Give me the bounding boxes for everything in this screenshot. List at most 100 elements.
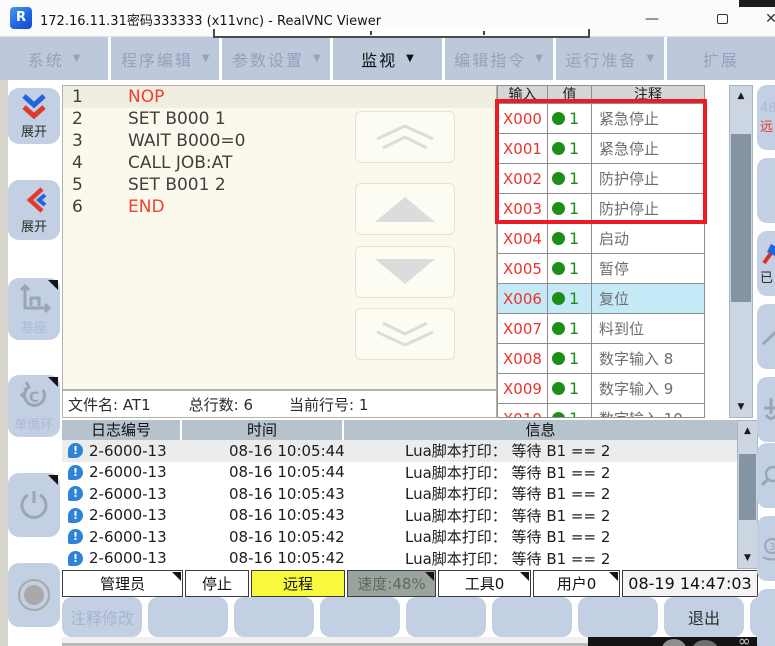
tab-参数设置[interactable]: 参数设置▼ (222, 37, 333, 80)
io-row-X010[interactable]: X0101数字输入 10 (498, 404, 704, 418)
tab-label: 参数设置 (232, 47, 304, 71)
nav-triangle-up-button[interactable] (355, 183, 455, 235)
sidebar-button-record-icon[interactable] (8, 563, 60, 627)
sidebar-button-基座[interactable]: 基座 (8, 278, 60, 340)
log-time: 08-16 10:05:42 (229, 549, 405, 567)
status-segment-label: 用户0 (557, 573, 597, 594)
vnc-toolbar-handle[interactable] (213, 29, 590, 38)
bottom-button-注释修改[interactable]: 注释修改 (62, 597, 142, 637)
io-scrollbar-thumb[interactable] (731, 134, 751, 302)
right-toolbar-button-5[interactable] (757, 443, 775, 508)
io-row-X006[interactable]: X0061复位 (498, 284, 704, 314)
scroll-up-icon[interactable]: ▲ (730, 86, 752, 106)
io-row-X008[interactable]: X0081数字输入 8 (498, 344, 704, 374)
status-segment-管理员[interactable]: 管理员 (62, 570, 183, 597)
tab-扩展[interactable]: 扩展 (667, 37, 775, 80)
sidebar-button-单循环[interactable]: C单循环 (8, 375, 60, 437)
sidebar-button-展开[interactable]: 展开 (8, 88, 60, 144)
nav-triangle-down-button[interactable] (355, 246, 455, 298)
io-row-X002[interactable]: X0021防护停止 (498, 164, 704, 194)
log-header-id: 日志编号 (62, 420, 180, 440)
io-input-name: X005 (498, 254, 548, 283)
right-toolbar-button-6[interactable]: 3 (757, 516, 775, 581)
io-comment: 防护停止 (592, 194, 704, 223)
bottom-button-blank-1[interactable] (148, 597, 228, 637)
io-value-cell: 1 (548, 314, 592, 343)
status-segment-远程[interactable]: 远程 (251, 570, 345, 597)
minimize-button[interactable]: — (632, 6, 672, 32)
bottom-button-blank-5[interactable] (492, 597, 572, 637)
nav-double-chevron-up-button[interactable] (355, 111, 455, 163)
axes-icon (16, 283, 52, 315)
tab-程序编辑[interactable]: 程序编辑▼ (111, 37, 222, 80)
green-dot-icon (552, 322, 565, 335)
log-scrollbar[interactable]: ▲ ▼ (737, 420, 758, 569)
log-scrollbar-thumb[interactable] (739, 454, 756, 520)
status-segment-用户0[interactable]: 用户0 (533, 570, 620, 597)
tab-监视[interactable]: 监视▼ (333, 37, 444, 80)
status-segment-工具0[interactable]: 工具0 (438, 570, 531, 597)
log-row[interactable]: !2-6000-1308-16 10:05:42Lua脚本打印： 等待 B1 =… (62, 526, 737, 548)
tab-运行准备[interactable]: 运行准备▼ (556, 37, 667, 80)
bottom-button-blank-3[interactable] (320, 597, 400, 637)
corner-notch-icon (609, 572, 618, 581)
right-toolbar-button-0[interactable]: 48远 (757, 85, 775, 150)
program-panel: 1NOP2SET B000 13WAIT B000=04CALL JOB:AT5… (62, 85, 497, 390)
bottom-button-blank-4[interactable] (406, 597, 486, 637)
double-chevron-down-icon (369, 318, 441, 350)
close-button[interactable]: ✕ (760, 6, 775, 32)
tab-label: 扩展 (703, 47, 739, 71)
tab-系统[interactable]: 系统▼ (0, 37, 111, 80)
io-comment: 料到位 (592, 314, 704, 343)
io-row-X003[interactable]: X0031防护停止 (498, 194, 704, 224)
log-code: 2-6000-13 (89, 485, 229, 503)
bottom-button-退出[interactable]: 退出 (664, 597, 744, 637)
right-toolbar-button-7[interactable] (757, 589, 775, 646)
program-line[interactable]: 1NOP (63, 86, 496, 108)
instruction-text: SET B001 2 (128, 175, 226, 195)
io-comment: 数字输入 9 (592, 374, 704, 403)
io-input-name: X006 (498, 284, 548, 313)
right-toolbar-button-1[interactable] (757, 158, 775, 223)
io-value: 1 (569, 109, 579, 128)
status-segment-速度:48%[interactable]: 速度:48% (347, 570, 436, 597)
io-row-X009[interactable]: X0091数字输入 9 (498, 374, 704, 404)
bottom-button-row: 注释修改 退出 (62, 597, 775, 637)
bottom-button-blank-2[interactable] (234, 597, 314, 637)
scroll-down-icon[interactable]: ▼ (738, 548, 757, 568)
log-time: 08-16 10:05:44 (229, 442, 405, 460)
maximize-button[interactable] (702, 6, 742, 32)
tab-编辑指令[interactable]: 编辑指令▼ (445, 37, 556, 80)
io-row-X000[interactable]: X0001紧急停止 (498, 104, 704, 134)
instruction-text: WAIT B000=0 (128, 131, 245, 151)
io-value: 1 (569, 169, 579, 188)
io-row-X001[interactable]: X0011紧急停止 (498, 134, 704, 164)
log-row[interactable]: !2-6000-1308-16 10:05:44Lua脚本打印： 等待 B1 =… (62, 440, 737, 462)
log-row[interactable]: !2-6000-1308-16 10:05:42Lua脚本打印： 等待 B1 =… (62, 548, 737, 570)
bottom-button-blank-6[interactable] (578, 597, 658, 637)
right-toolbar-button-2[interactable]: 已 (757, 231, 775, 296)
scroll-up-icon[interactable]: ▲ (738, 421, 757, 441)
scroll-down-icon[interactable]: ▼ (730, 397, 752, 417)
nav-double-chevron-down-button[interactable] (355, 308, 455, 360)
io-scrollbar[interactable]: ▲ ▼ (729, 85, 753, 418)
io-row-X005[interactable]: X0051暂停 (498, 254, 704, 284)
log-row[interactable]: !2-6000-1308-16 10:05:44Lua脚本打印： 等待 B1 =… (62, 462, 737, 484)
info-icon: ! (68, 486, 83, 501)
sidebar-button-power-icon[interactable] (8, 473, 60, 537)
background-window-strip: ∞ (588, 637, 775, 646)
right-toolbar-button-3[interactable] (757, 304, 775, 369)
io-row-X007[interactable]: X0071料到位 (498, 314, 704, 344)
io-table-header: 输入 值 注释 (498, 86, 704, 104)
sidebar-button-展开[interactable]: 展开 (8, 180, 60, 240)
log-panel: 日志编号 时间 信息 !2-6000-1308-16 10:05:44Lua脚本… (62, 420, 737, 570)
io-input-name: X003 (498, 194, 548, 223)
right-toolbar-button-4[interactable] (757, 377, 775, 442)
io-header-input: 输入 (498, 86, 548, 103)
log-time: 08-16 10:05:43 (229, 485, 405, 503)
log-row[interactable]: !2-6000-1308-16 10:05:43Lua脚本打印： 等待 B1 =… (62, 483, 737, 505)
instruction-text: CALL JOB:AT (128, 153, 232, 173)
io-row-X004[interactable]: X0041启动 (498, 224, 704, 254)
log-row[interactable]: !2-6000-1308-16 10:05:43Lua脚本打印： 等待 B1 =… (62, 505, 737, 527)
triangle-up-icon (369, 193, 441, 225)
